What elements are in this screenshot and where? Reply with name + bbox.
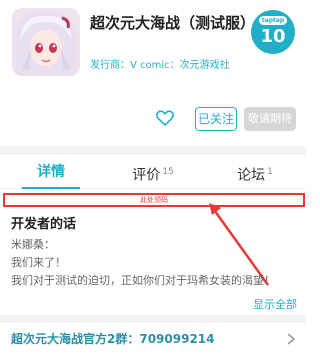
rating-badge: taptap 10 (251, 10, 295, 54)
tab-reviews-count: 15 (162, 167, 174, 177)
official-group-link[interactable]: 超次元大海战官方2群：709099214 (11, 330, 215, 347)
tab-reviews[interactable]: 评价 15 (102, 155, 204, 189)
tab-details-label: 详情 (37, 164, 65, 180)
chevron-right-icon (286, 331, 296, 345)
developer-note-line: 我们对于测试的迫切，正如你们对于玛希女装的渴望！ (11, 274, 275, 287)
tab-details[interactable]: 详情 (0, 155, 102, 189)
annotation-highlight-box: 此处领码 (3, 193, 305, 207)
tab-bar: 详情 评价 15 论坛 1 (0, 155, 306, 189)
developer-note-line: 米娜桑： (11, 238, 55, 251)
section-divider (0, 315, 306, 323)
section-divider (0, 146, 306, 155)
follow-button[interactable]: 已关注 (195, 107, 237, 131)
coming-soon-button[interactable]: 敬请期待 (244, 107, 296, 131)
tab-forum[interactable]: 论坛 1 (204, 155, 306, 189)
publisher-link[interactable]: 发行商：V comic：次元游戏社 (90, 56, 230, 71)
active-tab-indicator (22, 187, 80, 189)
tab-forum-label: 论坛 (237, 167, 266, 184)
app-header: 超次元大海战（测试服） 发行商：V comic：次元游戏社 taptap 10 … (0, 0, 306, 146)
annotation-label: 此处领码 (140, 196, 168, 204)
tab-reviews-label: 评价 (132, 167, 161, 184)
developer-notes-title: 开发者的话 (11, 217, 77, 232)
app-title: 超次元大海战（测试服） (90, 14, 256, 32)
app-icon (12, 8, 80, 76)
rating-score: 10 (260, 26, 286, 47)
developer-note-line: 我们来了！ (11, 256, 66, 269)
rating-source-label: taptap (259, 16, 287, 25)
show-all-link[interactable]: 显示全部 (253, 296, 297, 312)
heart-icon[interactable] (155, 108, 175, 128)
tab-forum-count: 1 (267, 167, 273, 177)
